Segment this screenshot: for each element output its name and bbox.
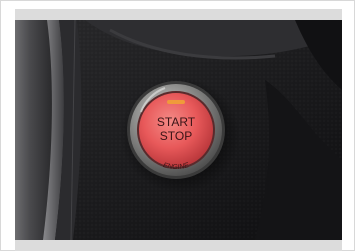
image-frame: START STOP ENGINE — [0, 0, 355, 251]
button-label-stop: STOP — [160, 129, 192, 143]
left-trim-panel — [15, 20, 52, 240]
bottom-border-band — [15, 240, 342, 251]
top-border-band — [15, 9, 342, 20]
engine-start-stop-photo: START STOP ENGINE — [15, 20, 342, 240]
photo-illustration: START STOP ENGINE — [15, 20, 342, 240]
button-label-start: START — [157, 115, 196, 129]
indicator-light — [167, 100, 185, 104]
